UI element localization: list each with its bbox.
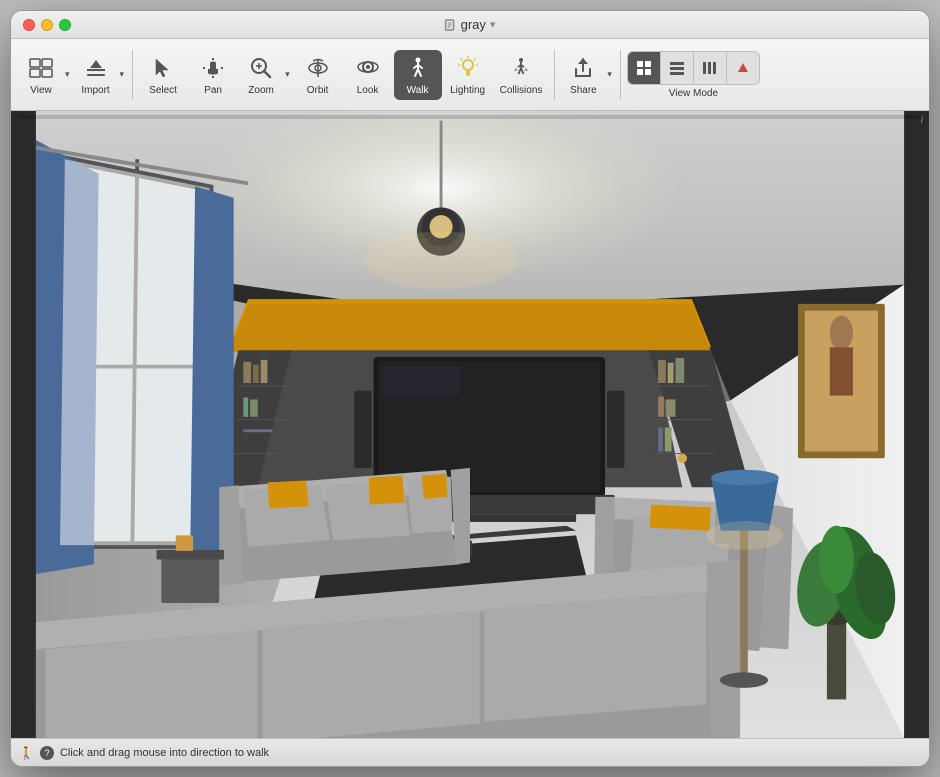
maximize-button[interactable]	[59, 19, 71, 31]
orbit-button[interactable]: Orbit	[294, 50, 342, 100]
select-label: Select	[149, 85, 177, 96]
collisions-label: Collisions	[500, 85, 543, 96]
select-icon	[149, 54, 177, 82]
walk-hint-icon: 🚶	[19, 746, 34, 760]
close-button[interactable]	[23, 19, 35, 31]
import-label: Import	[81, 85, 109, 96]
help-icon: ?	[40, 746, 54, 760]
zoom-button-group[interactable]: Zoom ▾	[239, 50, 292, 100]
statusbar: 🚶 ? Click and drag mouse into direction …	[11, 738, 929, 766]
share-button-group[interactable]: Share ▾	[561, 50, 614, 100]
lighting-button[interactable]: Lighting	[444, 50, 492, 100]
sep-1	[132, 50, 133, 100]
share-arrow-btn[interactable]: ▾	[605, 65, 614, 84]
lighting-icon	[454, 54, 482, 82]
zoom-button[interactable]: Zoom	[239, 50, 283, 100]
room-scene	[11, 111, 929, 738]
collisions-icon	[507, 54, 535, 82]
select-button[interactable]: Select	[139, 50, 187, 100]
view-button[interactable]: View	[19, 50, 63, 100]
scene-viewport[interactable]: i	[11, 111, 929, 738]
scroll-indicator	[19, 115, 921, 119]
walk-icon	[404, 54, 432, 82]
import-button-group[interactable]: Import ▾	[74, 50, 127, 100]
view-label: View	[30, 85, 52, 96]
main-window: gray ▾ View ▾	[10, 10, 930, 767]
titlebar: gray ▾	[11, 11, 929, 39]
pan-button[interactable]: Pan	[189, 50, 237, 100]
walk-label: Walk	[407, 85, 429, 96]
look-icon	[354, 54, 382, 82]
orbit-icon	[304, 54, 332, 82]
traffic-lights	[23, 19, 71, 31]
collisions-button[interactable]: Collisions	[494, 50, 549, 100]
minimize-button[interactable]	[41, 19, 53, 31]
view-mode-paint-btn[interactable]	[726, 52, 759, 84]
lighting-label: Lighting	[450, 85, 485, 96]
sep-3	[620, 50, 621, 100]
toolbar: View ▾ Import ▾	[11, 39, 929, 111]
view-mode-section: View Mode	[627, 51, 760, 99]
status-message: Click and drag mouse into direction to w…	[60, 747, 269, 759]
import-arrow-btn[interactable]: ▾	[118, 65, 127, 84]
look-button[interactable]: Look	[344, 50, 392, 100]
import-button[interactable]: Import	[74, 50, 118, 100]
orbit-label: Orbit	[307, 85, 329, 96]
view-icon	[27, 54, 55, 82]
look-label: Look	[357, 85, 379, 96]
info-badge: i	[921, 115, 923, 126]
title-arrow[interactable]: ▾	[490, 18, 496, 31]
view-mode-buttons	[627, 51, 760, 85]
view-mode-label: View Mode	[669, 88, 718, 99]
share-button[interactable]: Share	[561, 50, 605, 100]
share-label: Share	[570, 85, 597, 96]
walk-button[interactable]: Walk	[394, 50, 442, 100]
view-button-group[interactable]: View ▾	[19, 50, 72, 100]
zoom-icon	[247, 54, 275, 82]
view-mode-grid-btn[interactable]	[628, 52, 660, 84]
view-mode-list2-btn[interactable]	[693, 52, 726, 84]
zoom-arrow-btn[interactable]: ▾	[283, 65, 292, 84]
pan-icon	[199, 54, 227, 82]
file-icon	[445, 19, 457, 31]
pan-label: Pan	[204, 85, 222, 96]
view-arrow-btn[interactable]: ▾	[63, 65, 72, 84]
import-icon	[82, 54, 110, 82]
title-text: gray	[461, 17, 486, 32]
zoom-label: Zoom	[248, 85, 274, 96]
view-mode-list1-btn[interactable]	[660, 52, 693, 84]
sep-2	[554, 50, 555, 100]
share-icon	[569, 54, 597, 82]
window-title: gray ▾	[445, 17, 496, 32]
